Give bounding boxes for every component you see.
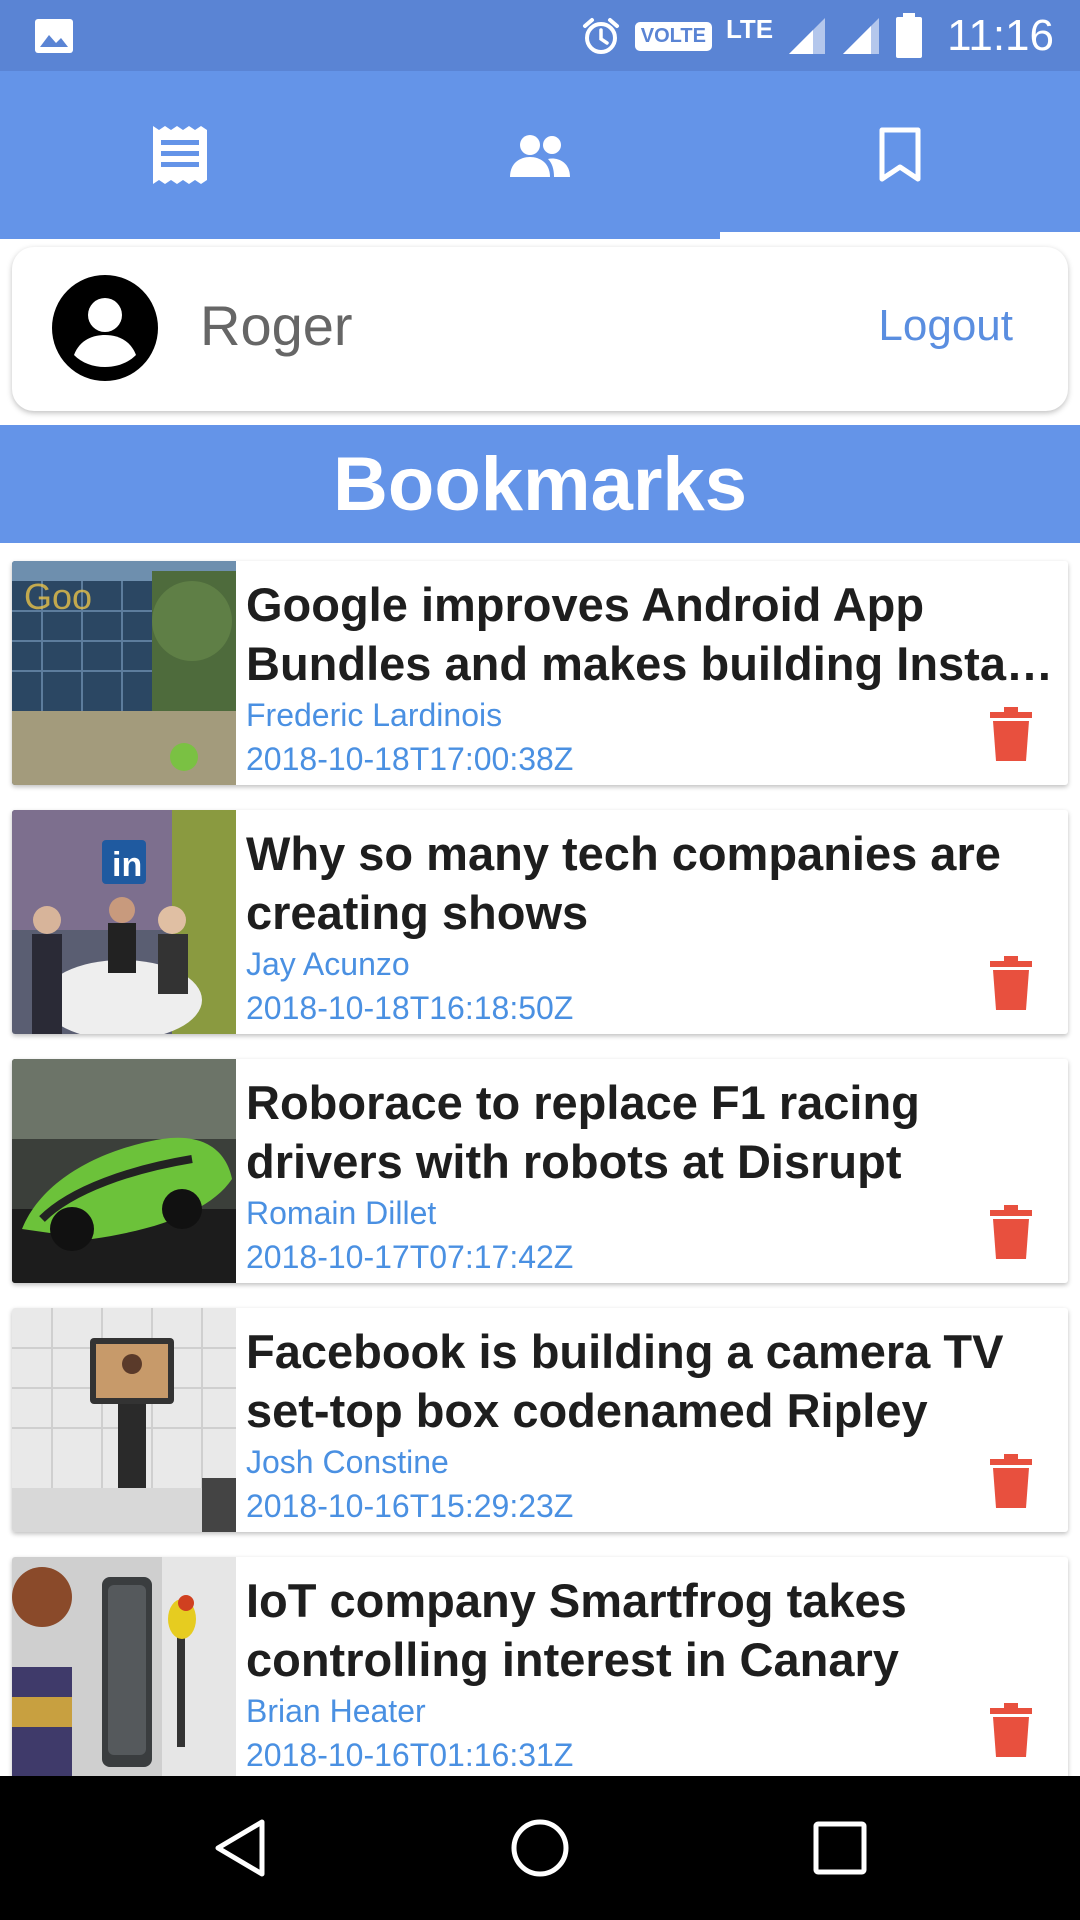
article-thumbnail xyxy=(12,1059,236,1283)
article-title: Why so many tech companies are creating … xyxy=(246,827,1001,939)
bookmark-list: Goo Google improves Android App Bundles … xyxy=(0,543,1080,1776)
signal-icon xyxy=(789,18,826,54)
section-title: Bookmarks xyxy=(333,441,747,527)
svg-text:in: in xyxy=(112,846,142,884)
article-date: 2018-10-17T07:17:42Z xyxy=(246,1239,574,1275)
bookmark-card[interactable]: Goo Google improves Android App Bundles … xyxy=(12,561,1068,785)
bookmark-card[interactable]: Roborace to replace F1 racing drivers wi… xyxy=(12,1059,1068,1283)
delete-icon[interactable] xyxy=(990,1703,1032,1757)
network-type-label: LTE xyxy=(725,13,774,44)
delete-icon[interactable] xyxy=(990,707,1032,761)
article-title: Google improves Android App Bundles and … xyxy=(246,578,1051,690)
bookmark-card[interactable]: Facebook is building a camera TV set-top… xyxy=(12,1308,1068,1532)
article-author: Josh Constine xyxy=(246,1444,449,1480)
volte-badge: VOLTE xyxy=(634,21,712,51)
tab-bar xyxy=(0,71,1080,239)
delete-icon[interactable] xyxy=(990,956,1032,1010)
people-icon xyxy=(510,135,570,177)
username: Roger xyxy=(200,294,353,357)
bookmark-card[interactable]: in Why so many tech companies are creati… xyxy=(12,810,1068,1034)
article-title: Roborace to replace F1 racing drivers wi… xyxy=(246,1076,920,1188)
back-icon xyxy=(215,1819,265,1877)
tab-news[interactable] xyxy=(0,71,360,239)
delete-icon[interactable] xyxy=(990,1454,1032,1508)
back-button[interactable] xyxy=(140,1776,340,1920)
battery-icon xyxy=(896,13,923,58)
bookmark-icon xyxy=(879,127,921,182)
article-date: 2018-10-16T15:29:23Z xyxy=(246,1488,574,1524)
article-date: 2018-10-18T16:18:50Z xyxy=(246,990,574,1026)
recents-button[interactable] xyxy=(740,1776,940,1920)
active-tab-indicator xyxy=(720,232,1080,239)
home-icon xyxy=(511,1819,569,1877)
clock: 11:16 xyxy=(947,11,1054,60)
status-bar: VOLTE LTE 11:16 xyxy=(0,0,1080,71)
article-author: Jay Acunzo xyxy=(246,946,410,982)
gallery-icon xyxy=(35,19,73,53)
recents-icon xyxy=(813,1821,867,1875)
delete-icon[interactable] xyxy=(990,1205,1032,1259)
article-thumbnail: in xyxy=(12,810,236,1034)
system-nav-bar xyxy=(0,1776,1080,1920)
article-thumbnail xyxy=(12,1557,236,1776)
bookmark-card[interactable]: IoT company Smartfrog takes controlling … xyxy=(12,1557,1068,1776)
article-title: IoT company Smartfrog takes controlling … xyxy=(246,1574,907,1686)
signal-icon xyxy=(843,18,880,54)
article-author: Brian Heater xyxy=(246,1693,426,1729)
article-title: Facebook is building a camera TV set-top… xyxy=(246,1325,1004,1437)
section-header: Bookmarks xyxy=(0,425,1080,543)
article-author: Frederic Lardinois xyxy=(246,697,503,733)
svg-text:Goo: Goo xyxy=(24,576,92,617)
account-circle-icon xyxy=(52,275,158,381)
profile-card: Roger Logout xyxy=(12,247,1068,411)
home-button[interactable] xyxy=(440,1776,640,1920)
tab-bookmarks[interactable] xyxy=(720,71,1080,239)
receipt-list-icon xyxy=(153,126,207,184)
article-author: Romain Dillet xyxy=(246,1195,437,1231)
alarm-icon xyxy=(582,18,619,54)
logout-button[interactable]: Logout xyxy=(878,301,1013,351)
article-thumbnail xyxy=(12,1308,236,1532)
tab-people[interactable] xyxy=(360,71,720,239)
article-date: 2018-10-18T17:00:38Z xyxy=(246,741,574,777)
article-date: 2018-10-16T01:16:31Z xyxy=(246,1737,574,1773)
article-thumbnail: Goo xyxy=(12,561,236,785)
